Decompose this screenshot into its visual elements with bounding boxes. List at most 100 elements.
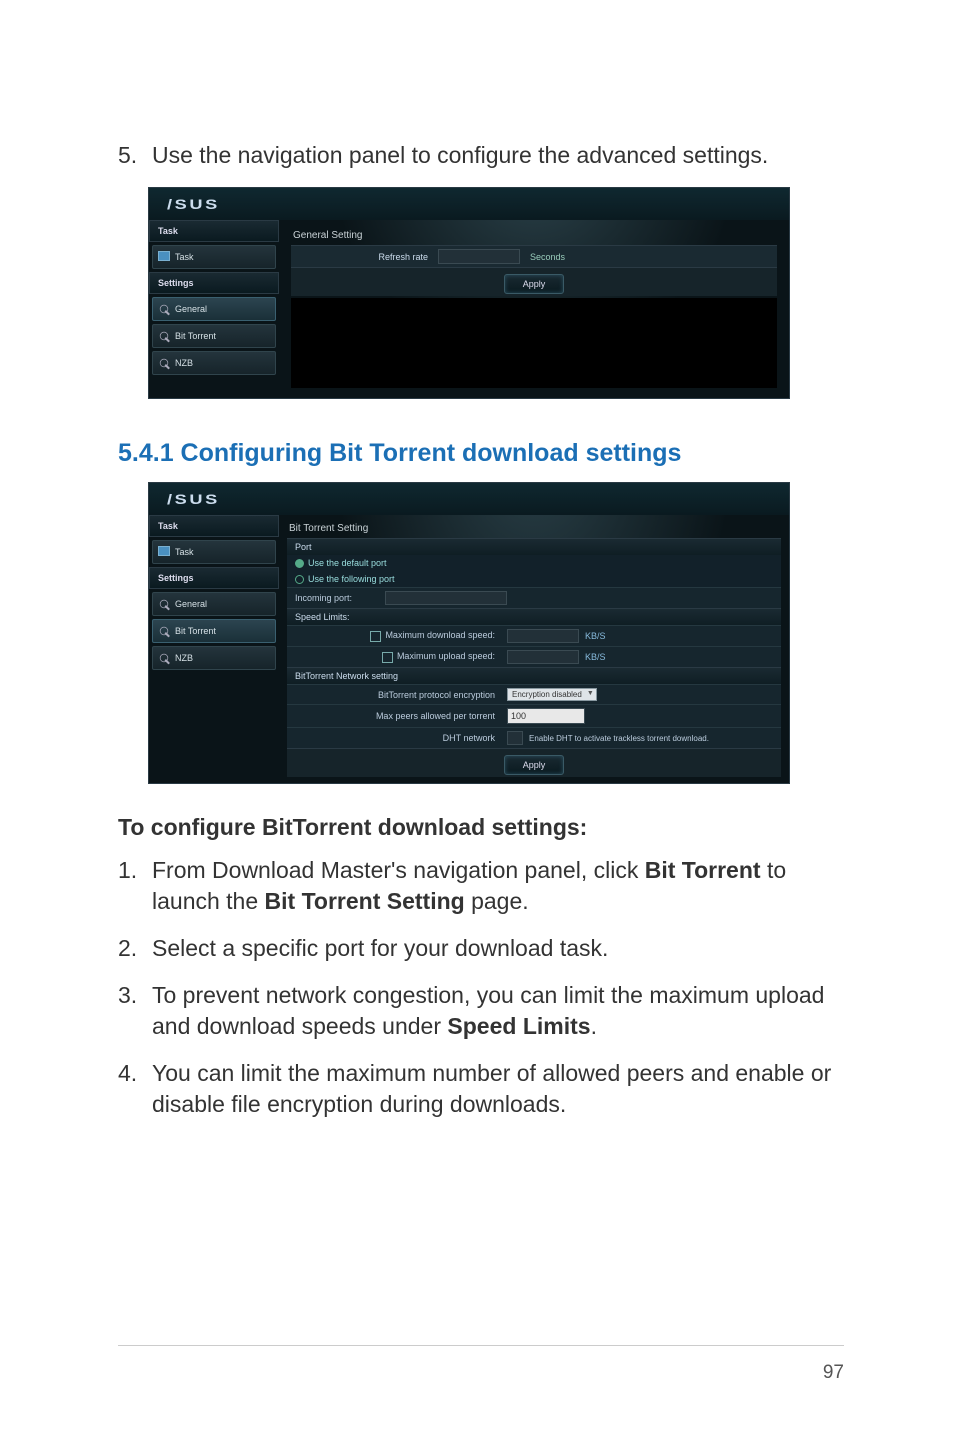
apply-row: Apply <box>287 748 781 777</box>
incoming-port-row: Incoming port: <box>287 587 781 608</box>
encryption-row: BitTorrent protocol encryption Encryptio… <box>287 684 781 704</box>
radio-following-port[interactable]: Use the following port <box>287 571 781 587</box>
step-number: 3. <box>118 980 152 1042</box>
text-frag: . <box>591 1013 597 1039</box>
sidebar-item-task[interactable]: Task <box>152 540 276 564</box>
titlebar: /SUS <box>149 483 789 515</box>
max-download-label: Maximum download speed: <box>385 630 495 640</box>
sidebar-header-settings: Settings <box>149 272 279 294</box>
text-frag: From Download Master's navigation panel,… <box>152 857 645 883</box>
refresh-rate-unit: Seconds <box>530 252 630 262</box>
sidebar-item-nzb[interactable]: NZB <box>152 351 276 375</box>
network-setting-header: BitTorrent Network setting <box>287 667 781 684</box>
text-frag: page. <box>465 888 529 914</box>
section-heading: 5.4.1 Configuring Bit Torrent download s… <box>118 439 844 468</box>
sidebar-item-label: NZB <box>175 653 193 663</box>
step-number: 4. <box>118 1058 152 1120</box>
screenshot-bittorrent-setting: /SUS Task Task Settings General Bit Torr… <box>148 482 790 784</box>
sidebar-header-task: Task <box>149 220 279 242</box>
sidebar-item-label: Bit Torrent <box>175 626 216 636</box>
max-peers-input[interactable]: 100 <box>507 708 585 724</box>
sidebar-item-label: Task <box>175 547 194 557</box>
sidebar-item-bittorrent[interactable]: Bit Torrent <box>152 324 276 348</box>
sidebar-item-label: Bit Torrent <box>175 331 216 341</box>
step-2: 2. Select a specific port for your downl… <box>118 933 844 964</box>
refresh-rate-row: Refresh rate Seconds <box>291 245 777 267</box>
sidebar-header-task: Task <box>149 515 279 537</box>
radio-default-port[interactable]: Use the default port <box>287 555 781 571</box>
dht-input[interactable] <box>507 731 523 745</box>
sidebar-item-nzb[interactable]: NZB <box>152 646 276 670</box>
panel-title: Bit Torrent Setting <box>287 521 781 538</box>
sidebar-item-task[interactable]: Task <box>152 245 276 269</box>
panel-title: General Setting <box>291 228 777 245</box>
radio-label: Use the default port <box>308 558 387 568</box>
encryption-dropdown[interactable]: Encryption disabled <box>507 688 597 701</box>
sidebar-item-label: General <box>175 304 207 314</box>
task-icon <box>158 546 170 558</box>
sidebar-header-settings: Settings <box>149 567 279 589</box>
max-peers-label: Max peers allowed per torrent <box>295 711 507 721</box>
unit-label: KB/S <box>585 631 606 641</box>
step-text: Use the navigation panel to configure th… <box>152 140 844 171</box>
step-number: 1. <box>118 855 152 917</box>
titlebar: /SUS <box>149 188 789 220</box>
main-panel: Bit Torrent Setting Port Use the default… <box>279 515 789 783</box>
radio-icon <box>295 559 304 568</box>
dht-note: Enable DHT to activate trackless torrent… <box>529 734 709 743</box>
step-text: From Download Master's navigation panel,… <box>152 855 844 917</box>
step-number: 5. <box>118 140 152 171</box>
max-download-input[interactable] <box>507 629 579 643</box>
sidebar-item-label: General <box>175 599 207 609</box>
wrench-icon <box>158 303 170 315</box>
bold-text: Speed Limits <box>447 1013 590 1039</box>
sidebar-item-label: NZB <box>175 358 193 368</box>
step-number: 2. <box>118 933 152 964</box>
step-3: 3. To prevent network congestion, you ca… <box>118 980 844 1042</box>
step-4: 4. You can limit the maximum number of a… <box>118 1058 844 1120</box>
screenshot-general-setting: /SUS Task Task Settings General Bit Torr… <box>148 187 790 399</box>
footer-rule <box>118 1345 844 1346</box>
wrench-icon <box>158 598 170 610</box>
wrench-icon <box>158 652 170 664</box>
apply-row: Apply <box>291 267 777 296</box>
step-1: 1. From Download Master's navigation pan… <box>118 855 844 917</box>
checkbox-icon[interactable] <box>382 652 393 663</box>
step-text: You can limit the maximum number of allo… <box>152 1058 844 1120</box>
radio-icon <box>295 575 304 584</box>
procedure-heading: To configure BitTorrent download setting… <box>118 814 844 841</box>
refresh-rate-label: Refresh rate <box>297 252 428 262</box>
refresh-rate-input[interactable] <box>438 249 520 264</box>
sidebar-item-general[interactable]: General <box>152 592 276 616</box>
main-panel: General Setting Refresh rate Seconds App… <box>279 220 789 398</box>
unit-label: KB/S <box>585 652 606 662</box>
sidebar-item-label: Task <box>175 252 194 262</box>
step-text: Select a specific port for your download… <box>152 933 844 964</box>
apply-button[interactable]: Apply <box>504 755 565 775</box>
empty-area <box>291 298 777 388</box>
sidebar: Task Task Settings General Bit Torrent N… <box>149 220 279 398</box>
wrench-icon <box>158 357 170 369</box>
wrench-icon <box>158 330 170 342</box>
sidebar-item-bittorrent[interactable]: Bit Torrent <box>152 619 276 643</box>
max-upload-input[interactable] <box>507 650 579 664</box>
max-download-row: Maximum download speed: KB/S <box>287 625 781 646</box>
incoming-port-input[interactable] <box>385 591 507 605</box>
sidebar-item-general[interactable]: General <box>152 297 276 321</box>
bold-text: Bit Torrent <box>645 857 761 883</box>
apply-button[interactable]: Apply <box>504 274 565 294</box>
max-upload-row: Maximum upload speed: KB/S <box>287 646 781 667</box>
dht-row: DHT network Enable DHT to activate track… <box>287 727 781 748</box>
page-number: 97 <box>823 1362 844 1384</box>
radio-label: Use the following port <box>308 574 395 584</box>
task-icon <box>158 251 170 263</box>
encryption-label: BitTorrent protocol encryption <box>295 690 507 700</box>
max-peers-row: Max peers allowed per torrent 100 <box>287 704 781 727</box>
asus-logo: /SUS <box>167 196 220 212</box>
step-5: 5. Use the navigation panel to configure… <box>118 140 844 171</box>
max-upload-label: Maximum upload speed: <box>397 651 495 661</box>
checkbox-icon[interactable] <box>370 631 381 642</box>
incoming-port-label: Incoming port: <box>295 593 385 603</box>
dht-label: DHT network <box>295 733 507 743</box>
speed-limits-header: Speed Limits: <box>287 608 781 625</box>
